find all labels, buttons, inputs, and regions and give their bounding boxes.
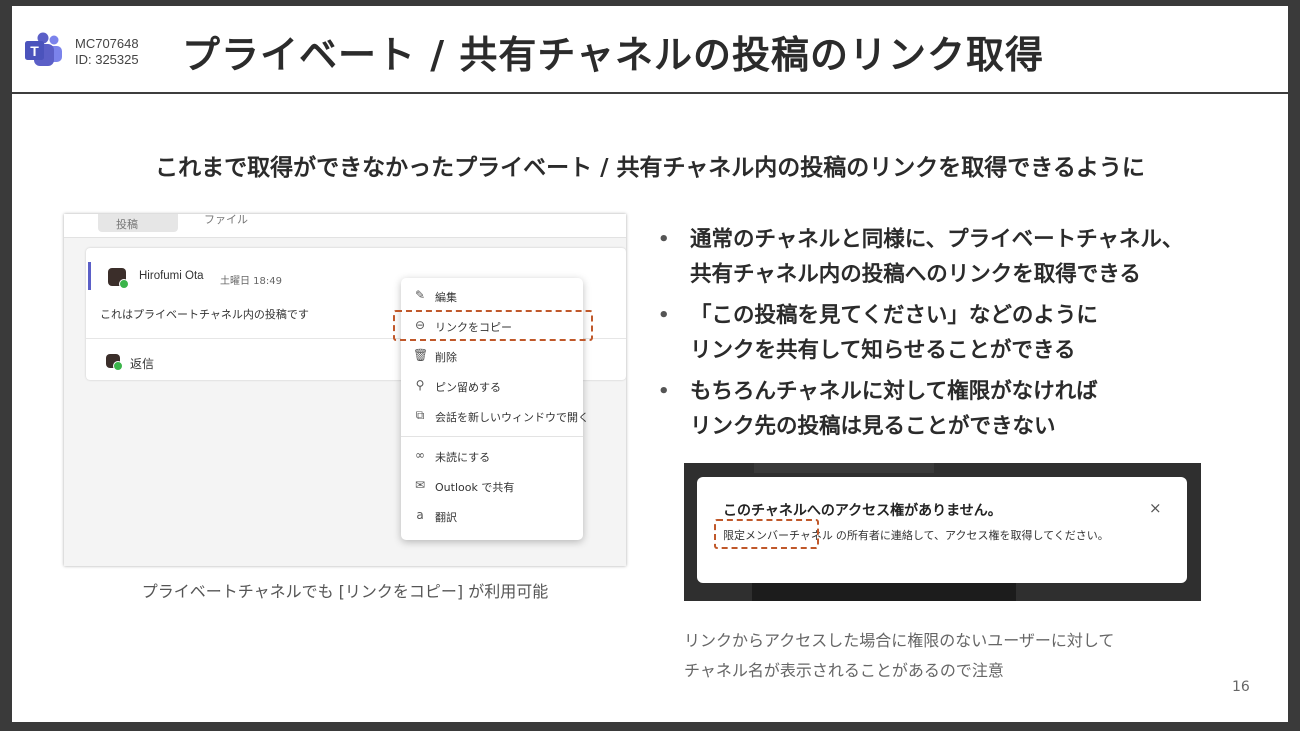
post-accent-bar xyxy=(88,262,91,290)
menu-item-delete[interactable]: 🗑 削除 xyxy=(401,342,583,370)
teams-logo-icon: T xyxy=(25,32,62,66)
mc-number: MC707648 xyxy=(75,36,139,51)
bullet-dot: • xyxy=(658,381,670,402)
menu-item-mark-unread[interactable]: ∞ 未読にする xyxy=(401,442,583,470)
tab-posts[interactable]: 投稿 xyxy=(98,214,178,232)
post-timestamp: 土曜日 18:49 xyxy=(220,276,282,287)
reply-button[interactable]: 返信 xyxy=(130,355,154,372)
menu-item-open-new-window[interactable]: ⧉ 会話を新しいウィンドウで開く xyxy=(401,402,589,430)
translate-icon: a xyxy=(416,508,424,522)
left-screenshot-caption: プライベートチャネルでも [リンクをコピー] が利用可能 xyxy=(141,582,549,601)
menu-item-pin[interactable]: ⚲ ピン留めする xyxy=(401,372,583,400)
author-avatar[interactable] xyxy=(108,268,129,289)
close-icon[interactable]: × xyxy=(1149,499,1162,517)
bullet-item: • 通常のチャネルと同様に、プライベートチャネル、 共有チャネル内の投稿へのリン… xyxy=(652,222,1272,292)
mc-id-block: MC707648 ID: 325325 xyxy=(75,36,139,68)
dialog-title: このチャネルへのアクセス権がありません。 xyxy=(723,503,1002,519)
slide-title: プライベート / 共有チャネルの投稿のリンク取得 xyxy=(182,33,1044,77)
tab-files[interactable]: ファイル xyxy=(204,214,248,227)
bullet-dot: • xyxy=(658,305,670,326)
slide: T MC707648 ID: 325325 プライベート / 共有チャネルの投稿… xyxy=(12,6,1288,722)
bullet-item: • もちろんチャネルに対して権限がなければ リンク先の投稿は見ることができない xyxy=(652,374,1272,444)
bullet-dot: • xyxy=(658,229,670,250)
mc-id-label: ID: 325325 xyxy=(75,52,139,67)
teams-post-screenshot: 投稿 ファイル Hirofumi Ota 土曜日 18:49 これはプライベート… xyxy=(64,214,626,566)
right-screenshot-caption: リンクからアクセスした場合に権限のないユーザーに対して チャネル名が表示されるこ… xyxy=(684,631,1115,680)
slide-subtitle: これまで取得ができなかったプライベート / 共有チャネル内の投稿のリンクを取得で… xyxy=(155,155,1145,181)
channel-tab-bar: 投稿 ファイル xyxy=(64,214,626,238)
post-message: これはプライベートチャネル内の投稿です xyxy=(100,308,309,321)
mail-icon: ✉ xyxy=(414,478,426,492)
slide-header: T MC707648 ID: 325325 プライベート / 共有チャネルの投稿… xyxy=(12,6,1288,94)
unread-icon: ∞ xyxy=(415,448,425,462)
background-panel xyxy=(754,463,934,473)
copy-link-highlight xyxy=(393,310,593,341)
edit-icon: ✎ xyxy=(414,288,426,302)
bullet-item: • 「この投稿を見てください」などのように リンクを共有して知らせることができる xyxy=(652,298,1272,368)
channel-name-highlight xyxy=(714,519,819,549)
menu-item-edit[interactable]: ✎ 編集 xyxy=(401,282,583,310)
trash-icon: 🗑 xyxy=(413,348,429,362)
menu-item-translate[interactable]: a 翻訳 xyxy=(401,502,583,530)
dialog-message-text: の所有者に連絡して、アクセス権を取得してください。 xyxy=(835,529,1109,542)
popout-icon: ⧉ xyxy=(415,408,425,422)
svg-text:T: T xyxy=(30,43,39,59)
access-denied-dialog: このチャネルへのアクセス権がありません。 × 限定メンバーチャネル の所有者に連絡… xyxy=(697,477,1187,583)
menu-item-share-outlook[interactable]: ✉ Outlook で共有 xyxy=(401,472,583,500)
pin-icon: ⚲ xyxy=(415,378,425,392)
menu-separator xyxy=(401,436,583,437)
bullet-list: • 通常のチャネルと同様に、プライベートチャネル、 共有チャネル内の投稿へのリン… xyxy=(652,222,1272,450)
background-panel xyxy=(752,583,1016,601)
page-number: 16 xyxy=(1232,679,1250,695)
access-denied-screenshot: このチャネルへのアクセス権がありません。 × 限定メンバーチャネル の所有者に連絡… xyxy=(684,463,1201,601)
post-author[interactable]: Hirofumi Ota xyxy=(139,270,204,282)
reply-avatar xyxy=(106,354,123,371)
